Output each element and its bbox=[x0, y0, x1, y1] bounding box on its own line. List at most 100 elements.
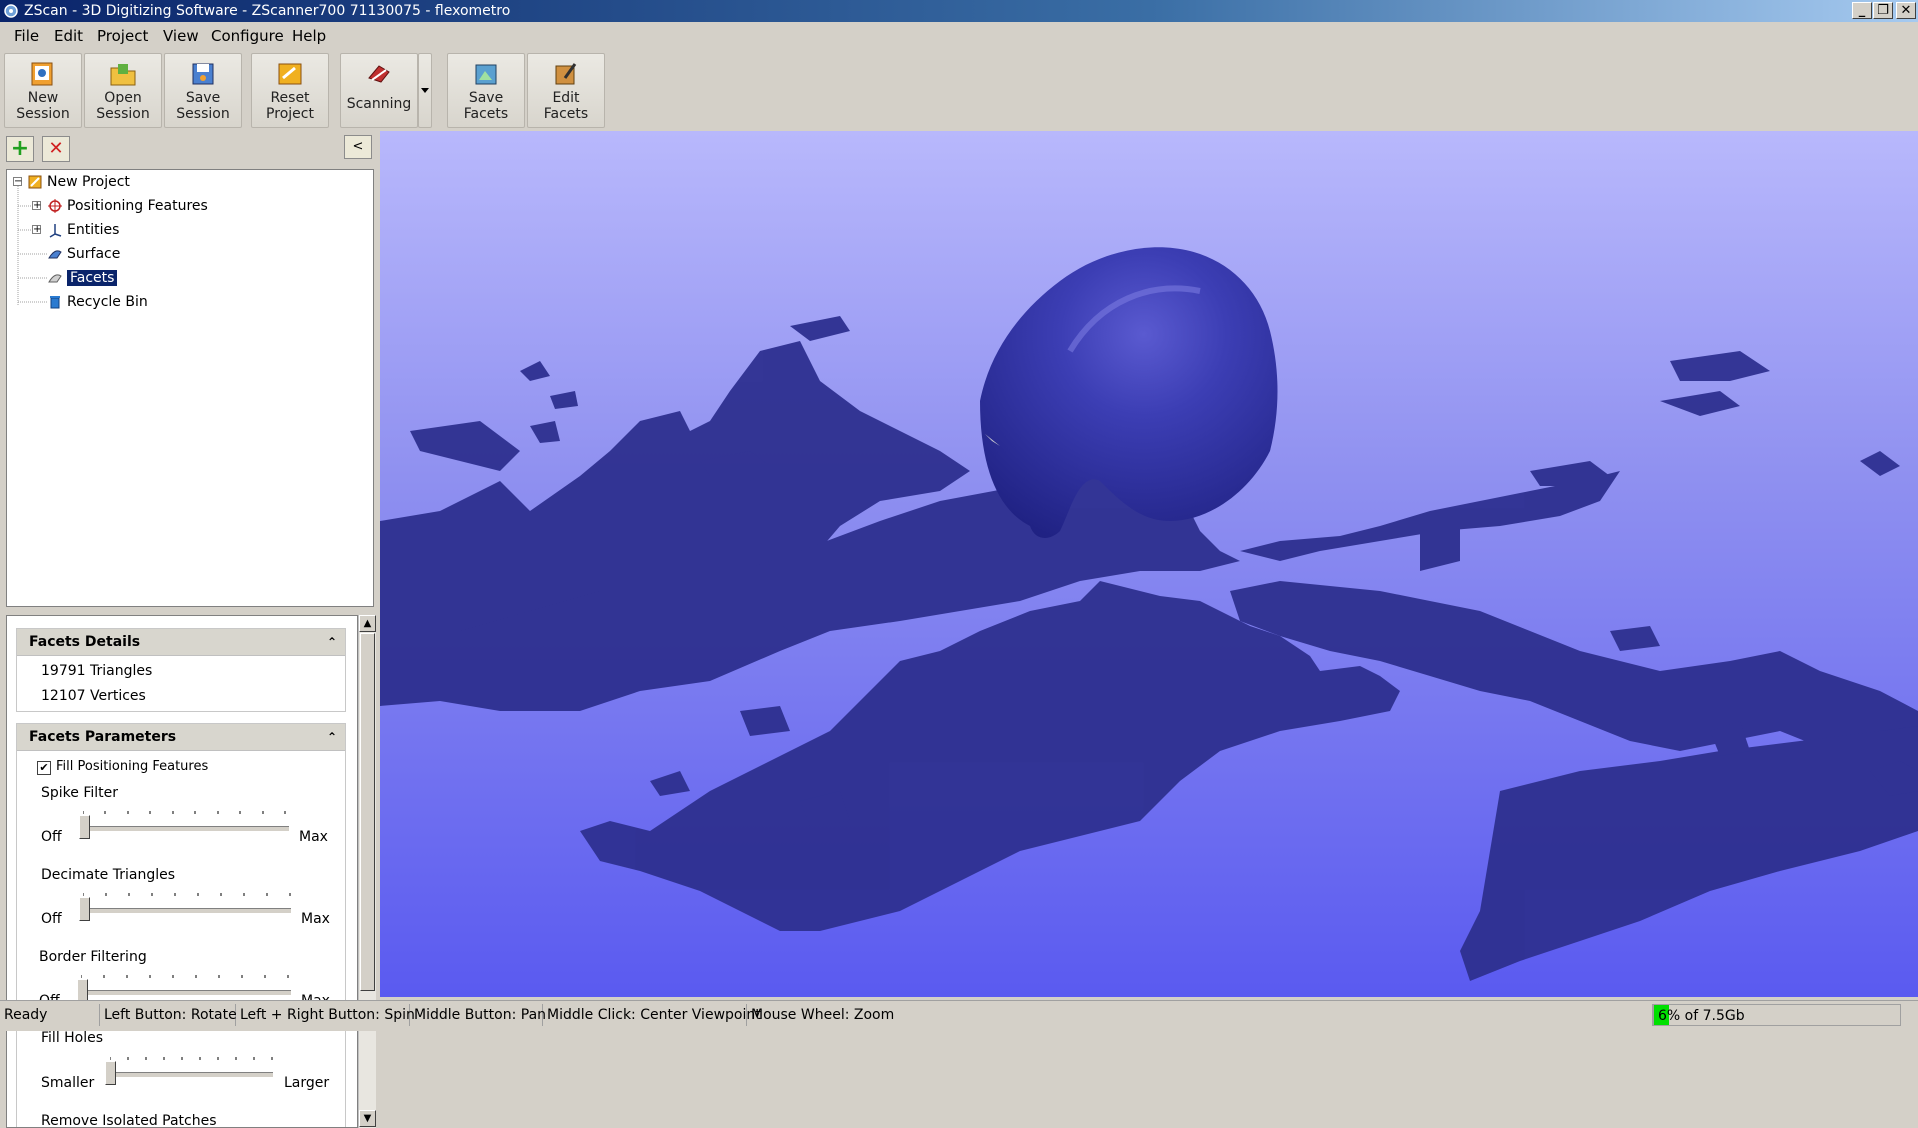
save-session-icon bbox=[192, 63, 214, 85]
close-button[interactable]: ✕ bbox=[1896, 2, 1916, 19]
add-button[interactable]: + bbox=[6, 136, 34, 162]
dome-object bbox=[980, 247, 1278, 538]
minimize-button[interactable]: _ bbox=[1852, 2, 1872, 19]
open-session-label: Open Session bbox=[96, 90, 150, 122]
memory-usage: 6% of 7.5Gb bbox=[1653, 1004, 1901, 1026]
reset-project-button[interactable]: Reset Project bbox=[251, 53, 329, 128]
border-filtering-track bbox=[77, 990, 291, 996]
decimate-label: Decimate Triangles bbox=[41, 867, 176, 883]
spike-filter-track bbox=[79, 826, 289, 832]
chevron-down-icon bbox=[421, 88, 429, 93]
decimate-slider[interactable] bbox=[79, 897, 90, 921]
facets-parameters-group: Facets Parameters ⌃ ✔ Fill Positioning F… bbox=[16, 723, 346, 1128]
triangles-count: 19791 Triangles bbox=[41, 663, 153, 679]
facets-details-header[interactable]: Facets Details ⌃ bbox=[17, 629, 345, 656]
facets-parameters-title: Facets Parameters bbox=[29, 729, 177, 745]
status-mouse-wheel: Mouse Wheel: Zoom bbox=[747, 1004, 1653, 1026]
spike-filter-max-label: Max bbox=[299, 829, 328, 845]
border-filtering-label: Border Filtering bbox=[39, 949, 147, 965]
left-panel: + ✕ < − New Project + Positioning Featur… bbox=[0, 131, 378, 1128]
remove-isolated-label: Remove Isolated Patches bbox=[41, 1113, 217, 1128]
menu-edit[interactable]: Edit bbox=[54, 27, 83, 45]
fill-holes-ticks bbox=[110, 1057, 273, 1060]
tree-item-entities[interactable]: Entities bbox=[67, 219, 119, 241]
decimate-min-label: Off bbox=[41, 911, 62, 927]
title-bar: ZScan - 3D Digitizing Software - ZScanne… bbox=[0, 0, 1918, 22]
save-facets-button[interactable]: Save Facets bbox=[447, 53, 525, 128]
facets-details-title: Facets Details bbox=[29, 634, 141, 650]
save-session-label: Save Session bbox=[176, 90, 230, 122]
collapse-panel-button[interactable]: < bbox=[344, 135, 372, 159]
tree-item-recycle-bin[interactable]: Recycle Bin bbox=[67, 291, 148, 313]
fill-holes-track bbox=[107, 1072, 273, 1078]
menu-help[interactable]: Help bbox=[292, 27, 326, 45]
fill-positioning-label: Fill Positioning Features bbox=[56, 759, 209, 774]
menu-view[interactable]: View bbox=[163, 27, 199, 45]
properties-scrollbar[interactable]: ▲ ▼ bbox=[358, 615, 376, 1128]
tree-lines bbox=[17, 186, 47, 306]
save-session-button[interactable]: Save Session bbox=[164, 53, 242, 128]
border-filtering-ticks bbox=[81, 975, 289, 978]
scan-mesh bbox=[380, 247, 1918, 981]
edit-facets-label: Edit Facets bbox=[543, 90, 589, 122]
restore-button[interactable]: ❐ bbox=[1873, 2, 1893, 19]
tree-item-facets[interactable]: Facets bbox=[67, 267, 118, 289]
open-session-button[interactable]: Open Session bbox=[84, 53, 162, 128]
scanning-dropdown-button[interactable] bbox=[418, 53, 432, 128]
decimate-ticks bbox=[83, 893, 291, 896]
spike-filter-label: Spike Filter bbox=[41, 785, 119, 801]
new-session-icon bbox=[31, 62, 53, 86]
scanner-icon bbox=[368, 65, 390, 83]
menu-file[interactable]: File bbox=[14, 27, 39, 45]
fill-holes-slider[interactable] bbox=[105, 1061, 116, 1085]
fill-holes-label: Fill Holes bbox=[41, 1030, 104, 1046]
properties-panel: Facets Details ⌃ 19791 Triangles 12107 V… bbox=[6, 615, 358, 1128]
reset-project-icon bbox=[278, 63, 302, 85]
status-left-button: Left Button: Rotate bbox=[100, 1004, 237, 1026]
new-session-label: New Session bbox=[16, 90, 70, 122]
tree-item-positioning-features[interactable]: Positioning Features bbox=[67, 195, 208, 217]
3d-viewport[interactable] bbox=[380, 131, 1918, 997]
collapse-details-icon[interactable]: ⌃ bbox=[327, 629, 337, 655]
remove-button[interactable]: ✕ bbox=[42, 136, 70, 162]
facets-details-group: Facets Details ⌃ 19791 Triangles 12107 V… bbox=[16, 628, 346, 712]
status-ready: Ready bbox=[0, 1004, 100, 1026]
decimate-max-label: Max bbox=[301, 911, 330, 927]
edit-facets-icon bbox=[555, 63, 577, 85]
menu-project[interactable]: Project bbox=[97, 27, 148, 45]
window-title: ZScan - 3D Digitizing Software - ZScanne… bbox=[24, 3, 511, 19]
spike-filter-slider[interactable] bbox=[79, 815, 90, 839]
open-folder-icon bbox=[110, 64, 136, 86]
scanning-label: Scanning bbox=[346, 96, 412, 112]
fill-holes-max-label: Larger bbox=[284, 1075, 330, 1091]
tree-item-surface[interactable]: Surface bbox=[67, 243, 120, 265]
toolbar: New Session Open Session Save Session Re… bbox=[0, 49, 1918, 131]
save-facets-icon bbox=[475, 64, 497, 85]
facets-parameters-header[interactable]: Facets Parameters ⌃ bbox=[17, 724, 345, 751]
status-middle-button: Middle Button: Pan bbox=[410, 1004, 546, 1026]
app-icon bbox=[4, 4, 18, 18]
project-tree: − New Project + Positioning Features + E… bbox=[6, 169, 374, 607]
tree-item-facets-label: Facets bbox=[67, 270, 118, 286]
edit-facets-button[interactable]: Edit Facets bbox=[527, 53, 605, 128]
scroll-down-button[interactable]: ▼ bbox=[359, 1110, 376, 1127]
scroll-up-button[interactable]: ▲ bbox=[359, 615, 376, 632]
scroll-thumb[interactable] bbox=[360, 633, 375, 991]
new-session-button[interactable]: New Session bbox=[4, 53, 82, 128]
menu-configure[interactable]: Configure bbox=[211, 27, 284, 45]
decimate-track bbox=[79, 908, 291, 914]
fill-positioning-checkbox[interactable]: ✔ bbox=[37, 761, 51, 775]
save-facets-label: Save Facets bbox=[463, 90, 509, 122]
vertices-count: 12107 Vertices bbox=[41, 688, 146, 704]
memory-usage-label: 6% of 7.5Gb bbox=[1658, 1008, 1745, 1024]
status-middle-click: Middle Click: Center Viewpoint bbox=[543, 1004, 761, 1026]
spike-filter-ticks bbox=[83, 811, 286, 814]
fill-holes-min-label: Smaller bbox=[41, 1075, 95, 1091]
spike-filter-min-label: Off bbox=[41, 829, 62, 845]
menu-bar: File Edit Project View Configure Help bbox=[0, 22, 1918, 48]
status-bar: Ready Left Button: Rotate Left + Right B… bbox=[0, 1000, 1918, 1031]
collapse-parameters-icon[interactable]: ⌃ bbox=[327, 724, 337, 750]
scanning-button[interactable]: Scanning bbox=[340, 53, 418, 128]
status-left-right-button: Left + Right Button: Spin bbox=[236, 1004, 415, 1026]
reset-project-label: Reset Project bbox=[266, 90, 314, 122]
